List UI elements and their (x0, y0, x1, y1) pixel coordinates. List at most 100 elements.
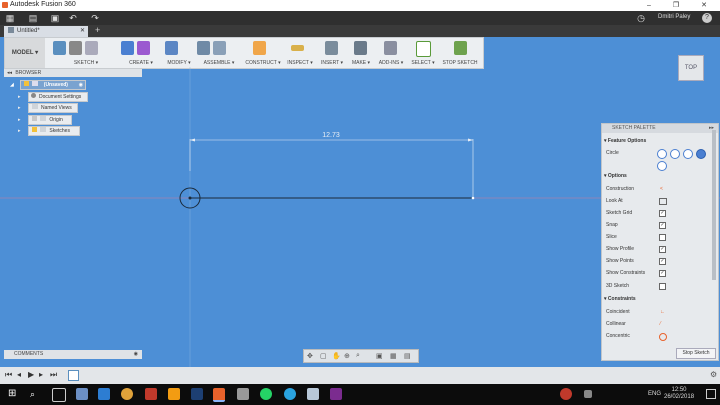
make-group[interactable]: MAKE ▾ (347, 38, 375, 68)
form-icon[interactable] (137, 41, 150, 55)
whatsapp-icon[interactable] (260, 388, 272, 400)
pan-icon[interactable]: ✋ (332, 352, 341, 360)
tray-icon[interactable] (584, 390, 592, 398)
job-status-icon[interactable]: ◷ (636, 13, 646, 23)
constraint-concentric[interactable]: Concentric (606, 331, 712, 341)
select-icon[interactable] (416, 41, 431, 57)
three-point-circle-icon[interactable] (683, 149, 693, 159)
3d-print-icon[interactable] (354, 41, 367, 55)
chrome-icon[interactable] (121, 388, 133, 400)
dimension-value[interactable]: 12.73 (322, 132, 340, 139)
show-constraints-checkbox[interactable]: ✓ (659, 270, 666, 277)
collinear-icon[interactable]: ⁄ (660, 319, 661, 329)
help-icon[interactable]: ? (702, 13, 712, 23)
viewports-icon[interactable]: ▤ (404, 352, 411, 360)
notifications-icon[interactable] (706, 389, 716, 399)
insert-group[interactable]: INSERT ▾ (317, 38, 347, 68)
tray-app-icon[interactable] (560, 388, 572, 400)
calculator-icon[interactable] (237, 388, 249, 400)
expand-document-settings-icon[interactable]: ▸ (18, 94, 24, 100)
user-name[interactable]: Dmitri Paley (658, 14, 690, 20)
new-component-icon[interactable] (197, 41, 210, 55)
3d-sketch-checkbox[interactable] (659, 283, 666, 290)
new-tab-icon[interactable]: + (95, 25, 100, 35)
slice-checkbox[interactable] (659, 234, 666, 241)
sketch-group[interactable]: SKETCH ▾ (53, 38, 119, 68)
construct-group[interactable]: CONSTRUCT ▾ (243, 38, 283, 68)
onenote-icon[interactable] (330, 388, 342, 400)
task-view-icon[interactable] (52, 388, 66, 402)
redo-icon[interactable]: ↷ (90, 13, 100, 23)
browser-item-origin[interactable]: Origin (28, 115, 72, 125)
expand-origin-icon[interactable]: ▸ (18, 117, 24, 123)
browser-item-named-views[interactable]: Named Views (28, 103, 78, 113)
tab-untitled[interactable]: Untitled* ✕ (4, 26, 88, 37)
three-tangent-circle-icon[interactable] (657, 161, 667, 171)
offset-plane-icon[interactable] (253, 41, 266, 55)
center-diameter-circle-icon[interactable] (657, 149, 667, 159)
grid-settings-icon[interactable]: ▦ (390, 352, 397, 360)
fusion-taskbar-icon[interactable] (213, 388, 225, 402)
extrude-icon[interactable] (121, 41, 134, 55)
close-button[interactable]: ✕ (692, 0, 716, 11)
look-at-nav-icon[interactable]: ▢ (320, 352, 327, 360)
browser-item-document-settings[interactable]: Document Settings (28, 92, 88, 102)
two-point-circle-icon[interactable] (670, 149, 680, 159)
constraint-coincident[interactable]: Coincident ∟ (606, 307, 712, 317)
coincident-icon[interactable]: ∟ (660, 307, 665, 317)
view-cube-face[interactable]: TOP (685, 65, 697, 71)
photoshop-icon[interactable] (191, 388, 203, 400)
look-at-icon[interactable] (659, 198, 667, 205)
snap-checkbox[interactable]: ✓ (659, 222, 666, 229)
root-radio-icon[interactable]: ◉ (79, 81, 83, 89)
sketch-grid-checkbox[interactable]: ✓ (659, 210, 666, 217)
bulb-icon[interactable] (32, 127, 37, 132)
expand-root-icon[interactable]: ◢ (10, 82, 16, 88)
go-to-end-icon[interactable]: ⏭ (50, 370, 57, 380)
save-icon[interactable]: ▣ (50, 13, 60, 23)
select-group[interactable]: SELECT ▾ (407, 38, 439, 68)
create-sketch-icon[interactable] (53, 41, 66, 55)
circle-center-point[interactable] (188, 196, 192, 200)
zoom-icon[interactable]: ⊕ (344, 352, 350, 360)
constraints-header[interactable]: ▾ Constraints (604, 296, 636, 302)
fit-icon[interactable]: ⌕ (356, 352, 360, 360)
view-cube[interactable]: TOP (678, 55, 704, 81)
press-pull-icon[interactable] (165, 41, 178, 55)
telegram-icon[interactable] (284, 388, 296, 400)
line-end-point[interactable] (471, 196, 475, 200)
language-indicator[interactable]: ENG (648, 391, 661, 397)
comments-toggle-icon[interactable]: ◉ (134, 350, 138, 359)
edge-icon[interactable] (98, 388, 110, 400)
show-points-checkbox[interactable]: ✓ (659, 258, 666, 265)
vlc-icon[interactable] (168, 388, 180, 400)
stop-sketch-button[interactable]: Stop Sketch (676, 348, 716, 359)
workspace-switcher[interactable]: MODEL ▾ (5, 38, 45, 68)
feature-options-header[interactable]: ▾ Feature Options (604, 138, 646, 144)
expand-named-views-icon[interactable]: ▸ (18, 105, 24, 111)
comments-panel[interactable]: COMMENTS ◉ (4, 350, 142, 359)
line-icon[interactable] (69, 41, 82, 55)
measure-icon[interactable] (291, 45, 304, 51)
file-menu-icon[interactable]: ▤ (28, 13, 38, 23)
step-forward-icon[interactable]: ▸ (39, 370, 43, 379)
browser-panel-header[interactable]: ◂◂ BROWSER (4, 69, 142, 77)
app-icon-red[interactable] (145, 388, 157, 400)
show-profile-checkbox[interactable]: ✓ (659, 246, 666, 253)
minimize-button[interactable]: – (637, 0, 661, 11)
add-ins-group[interactable]: ADD-INS ▾ (375, 38, 407, 68)
search-icon[interactable]: ⌕ (30, 388, 42, 400)
go-to-start-icon[interactable]: ⏮ (5, 370, 12, 380)
display-settings-icon[interactable]: ▣ (376, 352, 383, 360)
app-icon-gray[interactable] (307, 388, 319, 400)
timeline-settings-icon[interactable]: ⚙ (710, 370, 717, 379)
bulb-icon[interactable] (24, 81, 29, 86)
stop-sketch-icon[interactable] (454, 41, 467, 55)
play-icon[interactable]: ▶ (28, 370, 34, 379)
browser-item-sketches[interactable]: Sketches (28, 126, 80, 136)
data-panel-icon[interactable]: ▦ (5, 13, 15, 23)
palette-scrollbar[interactable] (712, 130, 716, 280)
inspect-group[interactable]: INSPECT ▾ (283, 38, 317, 68)
browser-root[interactable]: (Unsaved) ◉ (20, 80, 86, 90)
hidden-bulb-icon[interactable] (32, 116, 37, 121)
